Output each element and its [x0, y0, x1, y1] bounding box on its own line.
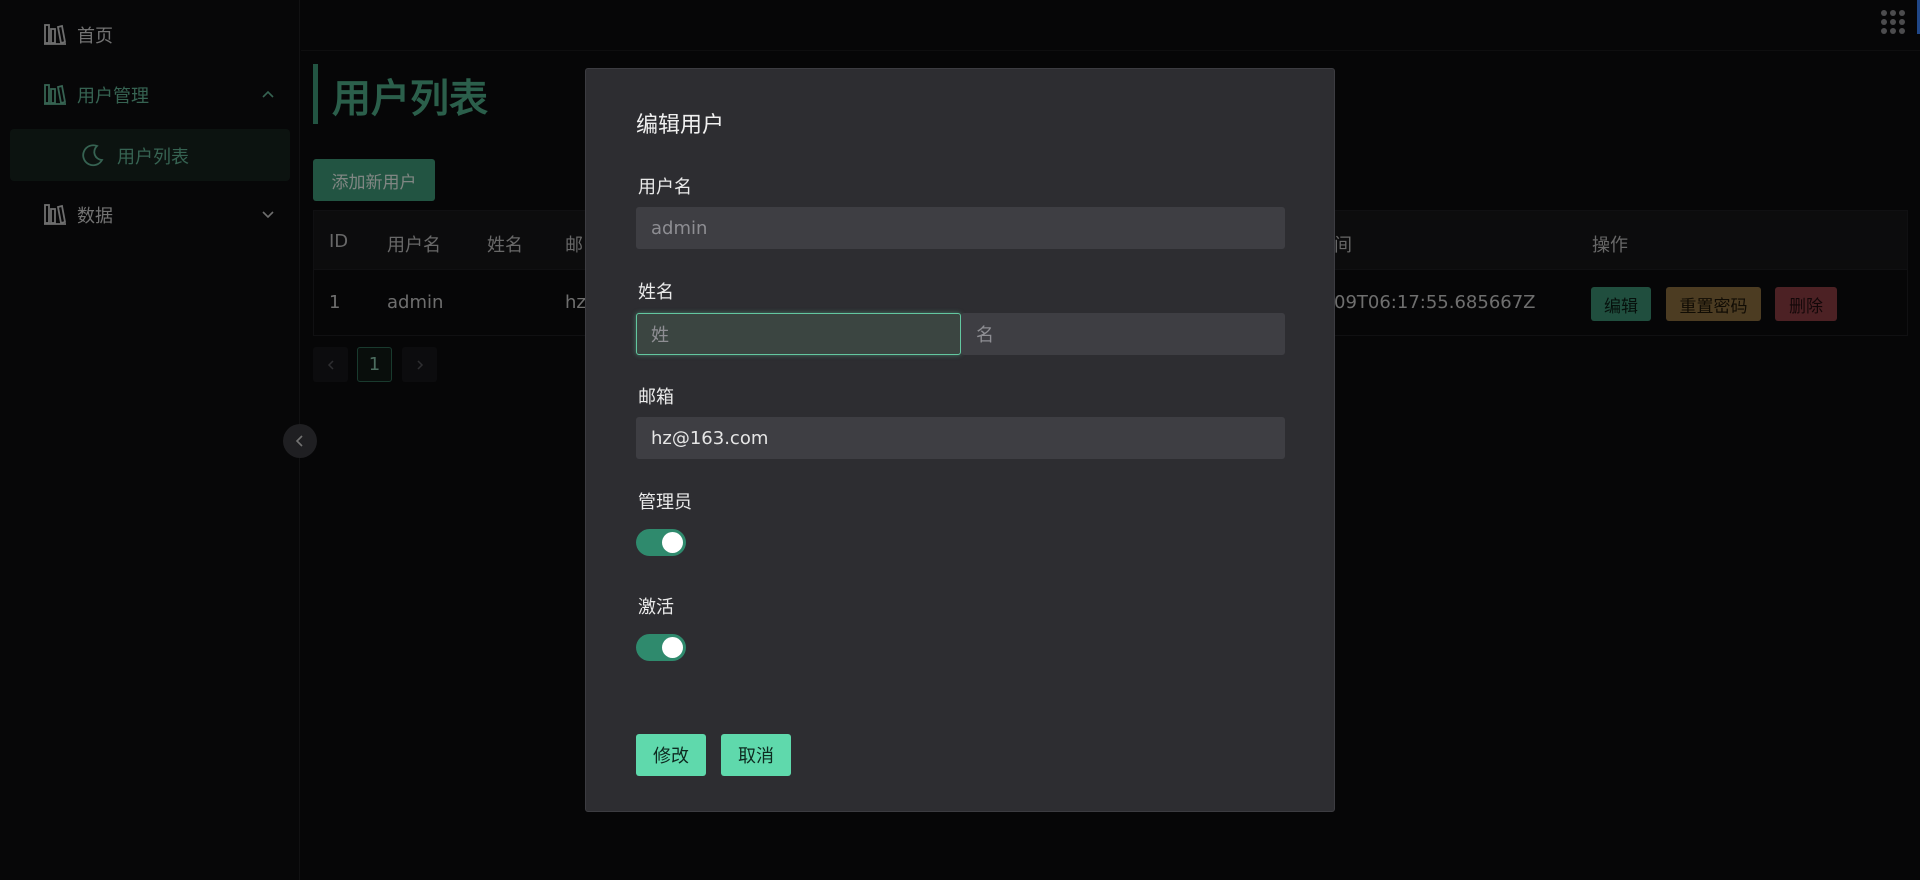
dialog-title: 编辑用户 — [636, 113, 725, 138]
last-name-input[interactable]: 姓 — [636, 313, 961, 355]
edit-user-dialog: 编辑用户 用户名 admin 姓名 姓 名 邮箱 hz@163.com 管理员 … — [585, 68, 1335, 812]
username-label: 用户名 — [638, 177, 692, 198]
username-input[interactable]: admin — [636, 207, 1285, 249]
submit-button[interactable]: 修改 — [636, 734, 706, 776]
first-name-input[interactable]: 名 — [961, 313, 1285, 355]
email-label: 邮箱 — [638, 387, 674, 408]
cancel-button[interactable]: 取消 — [721, 734, 791, 776]
active-label: 激活 — [638, 597, 674, 618]
email-input[interactable]: hz@163.com — [636, 417, 1285, 459]
toggle-knob — [662, 532, 683, 553]
admin-toggle[interactable] — [636, 529, 686, 556]
active-toggle[interactable] — [636, 634, 686, 661]
admin-label: 管理员 — [638, 492, 692, 513]
name-label: 姓名 — [638, 282, 674, 303]
toggle-knob — [662, 637, 683, 658]
